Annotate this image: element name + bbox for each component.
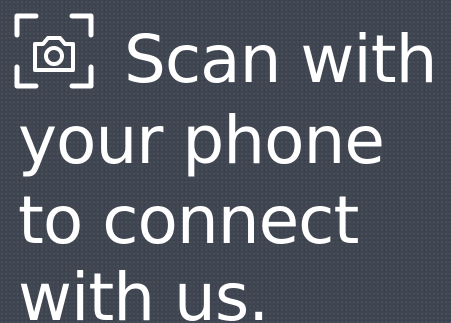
headline-line-2: your phone: [18, 102, 385, 179]
camera-scan-icon: [14, 13, 94, 89]
headline-line-3: to connect: [18, 182, 359, 259]
headline-line-4: with us.: [18, 259, 269, 323]
headline-line-1: Scan with: [124, 21, 437, 98]
